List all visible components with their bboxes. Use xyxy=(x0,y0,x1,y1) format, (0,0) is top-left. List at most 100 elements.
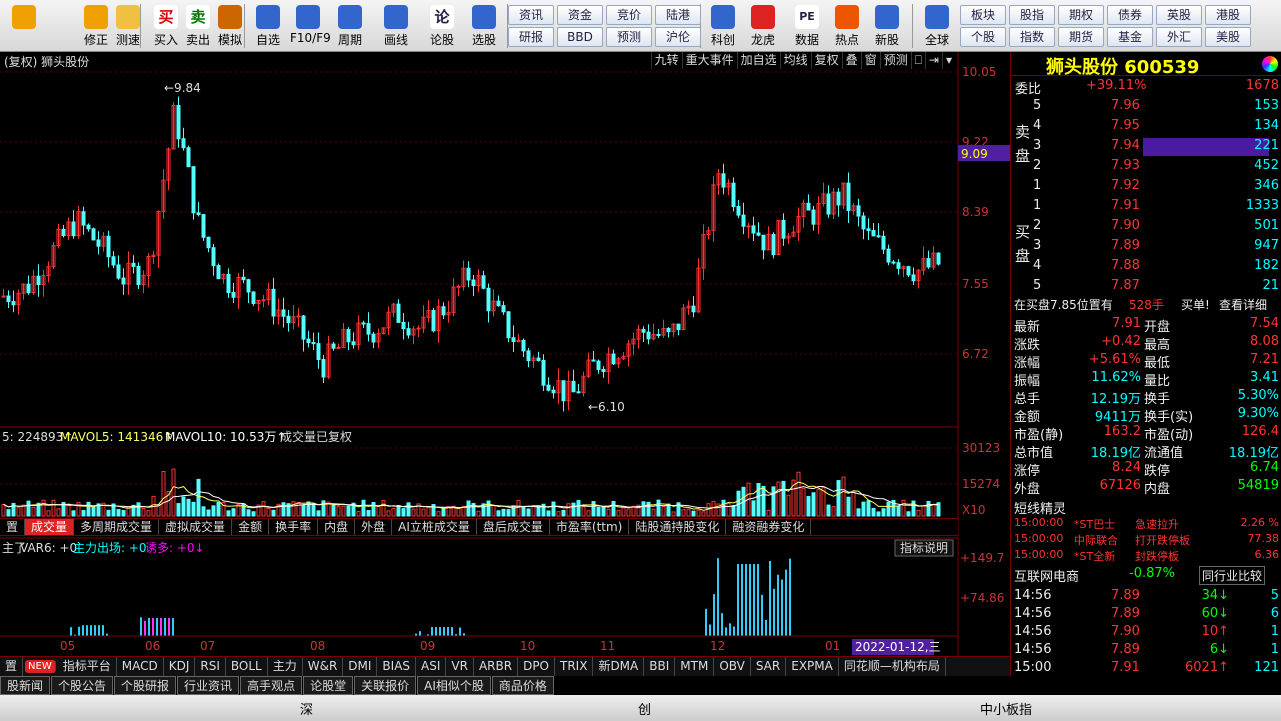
status-zxb[interactable]: 中小板指 xyxy=(980,699,1032,718)
vol-tab-12[interactable]: 融资融券变化 xyxy=(726,519,812,535)
elf-stock[interactable]: *ST全新 xyxy=(1074,548,1115,564)
industry-compare-btn[interactable]: 同行业比较 xyxy=(1199,566,1266,585)
chart-btn-1[interactable]: 重大事件 xyxy=(681,52,737,69)
chart-btn-7[interactable]: 预测 xyxy=(879,52,911,69)
colorwheel-icon[interactable] xyxy=(1262,56,1278,72)
grid2-btn-1-0[interactable]: 个股 xyxy=(960,27,1006,47)
grid2-btn-0-2[interactable]: 期权 xyxy=(1058,5,1104,25)
grid-btn-0-3[interactable]: 陆港 xyxy=(655,5,701,25)
grid2-btn-1-4[interactable]: 外汇 xyxy=(1156,27,1202,47)
indicator-tab-0[interactable]: 置 xyxy=(0,657,24,676)
vol-tab-11[interactable]: 陆股通持股变化 xyxy=(629,519,727,535)
vol-tab-6[interactable]: 内盘 xyxy=(318,519,356,535)
vol-tab-3[interactable]: 虚拟成交量 xyxy=(159,519,233,535)
news-tab-1[interactable]: 个股公告 xyxy=(51,676,114,695)
indicator-tab-18[interactable]: MTM xyxy=(675,657,715,676)
vol-tab-9[interactable]: 盘后成交量 xyxy=(477,519,550,535)
toolbar-btn-3[interactable]: 买买入 xyxy=(148,2,184,50)
indicator-tab-15[interactable]: TRIX xyxy=(555,657,594,676)
indicator-tab-7[interactable]: 主力 xyxy=(268,657,303,676)
industry-name[interactable]: 互联网电商 xyxy=(1014,566,1079,585)
grid-btn-1-2[interactable]: 预测 xyxy=(606,27,652,47)
indicator-tab-22[interactable]: 同花顺—机构布局 xyxy=(839,657,946,676)
vol-tab-7[interactable]: 外盘 xyxy=(355,519,393,535)
status-shen[interactable]: 深 xyxy=(300,699,313,718)
vol-tab-10[interactable]: 市盈率(ttm) xyxy=(550,519,630,535)
toolbar-btn-6[interactable]: 自选 xyxy=(250,2,286,50)
toolbar-btn-8[interactable]: 周期 xyxy=(332,2,368,50)
indicator-tab-3[interactable]: MACD xyxy=(117,657,164,676)
chart-btn-2[interactable]: 加自选 xyxy=(736,52,780,69)
toolbar-btn-4[interactable]: 卖卖出 xyxy=(180,2,216,50)
indicator-tab-1[interactable]: NEW xyxy=(25,660,56,673)
grid2-btn-0-0[interactable]: 板块 xyxy=(960,5,1006,25)
vol-tab-8[interactable]: AI立桩成交量 xyxy=(392,519,477,535)
indicator-tab-21[interactable]: EXPMA xyxy=(786,657,839,676)
vol-tab-5[interactable]: 换手率 xyxy=(269,519,319,535)
grid-btn-0-1[interactable]: 资金 xyxy=(557,5,603,25)
news-tab-6[interactable]: 关联报价 xyxy=(354,676,417,695)
kline-chart-area[interactable]: 10.05 9.22 8.39 7.55 6.72 9.09 ←9.84 ←6.10 5: 22… xyxy=(0,52,1010,656)
indicator-tab-5[interactable]: RSI xyxy=(195,657,226,676)
news-tab-8[interactable]: 商品价格 xyxy=(491,676,554,695)
grid2-btn-1-1[interactable]: 指数 xyxy=(1009,27,1055,47)
toolbar-btn-1[interactable]: 修正 xyxy=(78,2,114,50)
toolbar-btn-5[interactable]: 模拟 xyxy=(212,2,248,50)
vol-tab-1[interactable]: 成交量 xyxy=(25,519,75,535)
lock-icon[interactable]: ⎕ xyxy=(910,52,925,69)
indicator-tab-16[interactable]: 新DMA xyxy=(593,657,645,676)
grid-btn-1-1[interactable]: BBD xyxy=(557,27,603,47)
grid-btn-0-2[interactable]: 竞价 xyxy=(606,5,652,25)
grid-btn-0-0[interactable]: 资讯 xyxy=(508,5,554,25)
grid2-btn-0-4[interactable]: 英股 xyxy=(1156,5,1202,25)
indicator-tab-2[interactable]: 指标平台 xyxy=(58,657,117,676)
chart-canvas[interactable]: 10.059.228.397.556.729.09←9.84←6.105: 22… xyxy=(0,52,1010,656)
toolbar-btn-10[interactable]: 论论股 xyxy=(424,2,460,50)
indicator-tab-14[interactable]: DPO xyxy=(518,657,555,676)
order-note-d[interactable]: 查看详细 xyxy=(1219,296,1267,313)
grid-btn-1-0[interactable]: 研报 xyxy=(508,27,554,47)
indicator-tab-8[interactable]: W&R xyxy=(303,657,344,676)
close-icon[interactable]: ▾ xyxy=(941,52,955,69)
grid2-btn-1-2[interactable]: 期货 xyxy=(1058,27,1104,47)
status-chuang[interactable]: 创 xyxy=(638,699,651,718)
toolbar-btn-11[interactable]: 选股 xyxy=(466,2,502,50)
indicator-tab-6[interactable]: BOLL xyxy=(226,657,268,676)
grid2-btn-0-3[interactable]: 债券 xyxy=(1107,5,1153,25)
news-tab-5[interactable]: 论股堂 xyxy=(303,676,354,695)
grid-btn-1-3[interactable]: 沪伦 xyxy=(655,27,701,47)
grid2-btn-0-1[interactable]: 股指 xyxy=(1009,5,1055,25)
news-tab-2[interactable]: 个股研报 xyxy=(114,676,177,695)
toolbar-mid-btn-1[interactable]: 龙虎 xyxy=(744,2,782,50)
toolbar-btn-9[interactable]: 画线 xyxy=(378,2,414,50)
grid2-btn-1-5[interactable]: 美股 xyxy=(1205,27,1251,47)
indicator-tab-20[interactable]: SAR xyxy=(751,657,787,676)
vol-tab-0[interactable]: 置 xyxy=(0,519,26,535)
toolbar-mid-btn-0[interactable]: 科创 xyxy=(704,2,742,50)
indicator-tab-13[interactable]: ARBR xyxy=(474,657,519,676)
indicator-tab-17[interactable]: BBI xyxy=(644,657,676,676)
toolbar-mid-btn-4[interactable]: 新股 xyxy=(868,2,906,50)
grid2-btn-0-5[interactable]: 港股 xyxy=(1205,5,1251,25)
chart-btn-5[interactable]: 叠 xyxy=(841,52,861,69)
grid2-btn-1-3[interactable]: 基金 xyxy=(1107,27,1153,47)
toolbar-mid-btn-3[interactable]: 热点 xyxy=(828,2,866,50)
indicator-tab-11[interactable]: ASI xyxy=(416,657,447,676)
elf-stock[interactable]: *ST巴士 xyxy=(1074,516,1115,532)
chart-btn-0[interactable]: 九转 xyxy=(650,52,682,69)
chart-btn-3[interactable]: 均线 xyxy=(779,52,811,69)
toolbar-mid-btn-5[interactable]: 全球 xyxy=(918,2,956,50)
chart-btn-4[interactable]: 复权 xyxy=(810,52,842,69)
vol-tab-4[interactable]: 金额 xyxy=(232,519,270,535)
indicator-tab-12[interactable]: VR xyxy=(446,657,474,676)
indicator-tab-4[interactable]: KDJ xyxy=(164,657,196,676)
news-tab-0[interactable]: 股新闻 xyxy=(0,676,51,695)
toolbar-btn-0[interactable] xyxy=(6,2,42,50)
indicator-tab-9[interactable]: DMI xyxy=(343,657,378,676)
pin-icon[interactable]: ⇥ xyxy=(924,52,942,69)
news-tab-3[interactable]: 行业资讯 xyxy=(177,676,240,695)
elf-stock[interactable]: 中际联合 xyxy=(1074,532,1118,548)
indicator-tab-10[interactable]: BIAS xyxy=(377,657,417,676)
indicator-tab-19[interactable]: OBV xyxy=(714,657,751,676)
toolbar-btn-7[interactable]: F10/F9 xyxy=(290,2,331,50)
